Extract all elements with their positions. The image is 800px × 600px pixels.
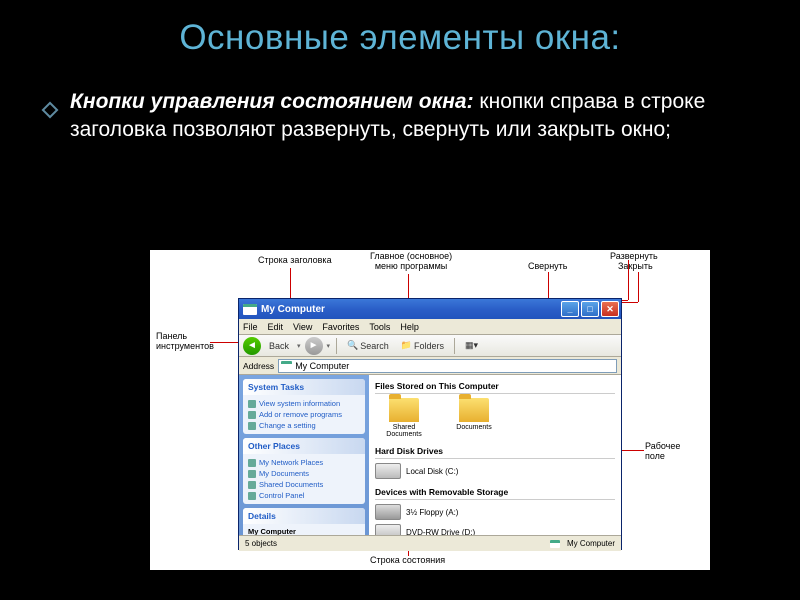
menu-edit[interactable]: Edit <box>268 322 284 332</box>
settings-icon <box>248 422 256 430</box>
slide-title: Основные элементы окна: <box>0 0 800 58</box>
section-removable: Devices with Removable Storage <box>375 487 615 500</box>
callout-statusbar: Строка состояния <box>370 556 445 566</box>
link-settings[interactable]: Change a setting <box>248 420 360 431</box>
line <box>290 268 291 298</box>
body-text: Кнопки управления состоянием окна: кнопк… <box>0 58 800 145</box>
views-button[interactable]: ▦▾ <box>461 339 482 352</box>
link-network[interactable]: My Network Places <box>248 457 360 468</box>
folder-docs[interactable]: Documents <box>445 398 503 438</box>
line <box>628 260 629 300</box>
callout-titlebar: Строка заголовка <box>258 256 332 266</box>
line <box>622 450 644 451</box>
programs-icon <box>248 411 256 419</box>
folder-icon <box>389 398 419 422</box>
section-files: Files Stored on This Computer <box>375 381 615 394</box>
back-label: Back <box>265 340 293 352</box>
link-addremove[interactable]: Add or remove programs <box>248 409 360 420</box>
callout-mainmenu: Главное (основное) меню программы <box>370 252 452 272</box>
address-input[interactable]: My Computer <box>278 359 617 373</box>
section-hdd: Hard Disk Drives <box>375 446 615 459</box>
content-area: System Tasks View system information Add… <box>239 375 621 535</box>
toolbar: ◄ Back ▾ ► ▾ 🔍 Search 📁 Folders ▦▾ <box>239 335 621 357</box>
xp-window: My Computer _ □ ✕ File Edit View Favorit… <box>238 298 622 550</box>
callout-minimize: Свернуть <box>528 262 567 272</box>
minimize-button[interactable]: _ <box>561 301 579 317</box>
menu-view[interactable]: View <box>293 322 312 332</box>
maximize-button[interactable]: □ <box>581 301 599 317</box>
hdd-icon <box>375 463 401 479</box>
info-icon <box>248 400 256 408</box>
forward-button[interactable]: ► <box>305 337 323 355</box>
status-right: My Computer <box>550 539 615 548</box>
folder-icon <box>459 398 489 422</box>
drive-c[interactable]: Local Disk (C:) <box>375 463 458 479</box>
slide: Основные элементы окна: Кнопки управлени… <box>0 0 800 600</box>
callout-toolbar: Панель инструментов <box>156 332 214 352</box>
main-pane: Files Stored on This Computer Shared Doc… <box>369 375 621 535</box>
panel-system-tasks: System Tasks View system information Add… <box>243 379 365 434</box>
statusbar: 5 objects My Computer <box>239 535 621 551</box>
titlebar[interactable]: My Computer _ □ ✕ <box>239 299 621 319</box>
control-icon <box>248 492 256 500</box>
menu-help[interactable]: Help <box>400 322 419 332</box>
network-icon <box>248 459 256 467</box>
computer-icon <box>550 540 560 548</box>
link-mydocs[interactable]: My Documents <box>248 468 360 479</box>
addressbar: Address My Computer <box>239 357 621 375</box>
line <box>548 272 549 300</box>
floppy-icon <box>375 504 401 520</box>
link-sysinfo[interactable]: View system information <box>248 398 360 409</box>
link-cpanel[interactable]: Control Panel <box>248 490 360 501</box>
search-button[interactable]: 🔍 Search <box>343 339 393 352</box>
sidebar: System Tasks View system information Add… <box>239 375 369 535</box>
folders-button[interactable]: 📁 Folders <box>397 339 448 352</box>
window-title: My Computer <box>261 304 561 315</box>
folder-icon <box>248 470 256 478</box>
address-label: Address <box>243 361 274 371</box>
callout-workarea: Рабочее поле <box>645 442 680 462</box>
panel-other-places: Other Places My Network Places My Docume… <box>243 438 365 504</box>
dvd-icon <box>375 524 401 535</box>
link-shared[interactable]: Shared Documents <box>248 479 360 490</box>
line <box>638 272 639 302</box>
menu-tools[interactable]: Tools <box>369 322 390 332</box>
callout-close: Закрыть <box>618 262 653 272</box>
drive-floppy[interactable]: 3½ Floppy (A:) <box>375 504 615 520</box>
line <box>210 342 238 343</box>
status-left: 5 objects <box>245 539 277 548</box>
folder-shared[interactable]: Shared Documents <box>375 398 433 438</box>
drive-dvd[interactable]: DVD-RW Drive (D:) <box>375 524 615 535</box>
menu-file[interactable]: File <box>243 322 258 332</box>
close-button[interactable]: ✕ <box>601 301 619 317</box>
menubar: File Edit View Favorites Tools Help <box>239 319 621 335</box>
menu-favorites[interactable]: Favorites <box>322 322 359 332</box>
computer-icon <box>243 304 257 315</box>
computer-icon <box>281 361 292 370</box>
diagram: Строка заголовка Главное (основное) меню… <box>150 250 710 570</box>
back-button[interactable]: ◄ <box>243 337 261 355</box>
lead-text: Кнопки управления состоянием окна: <box>70 90 474 113</box>
panel-details: Details My Computer System Folder <box>243 508 365 535</box>
folder-icon <box>248 481 256 489</box>
